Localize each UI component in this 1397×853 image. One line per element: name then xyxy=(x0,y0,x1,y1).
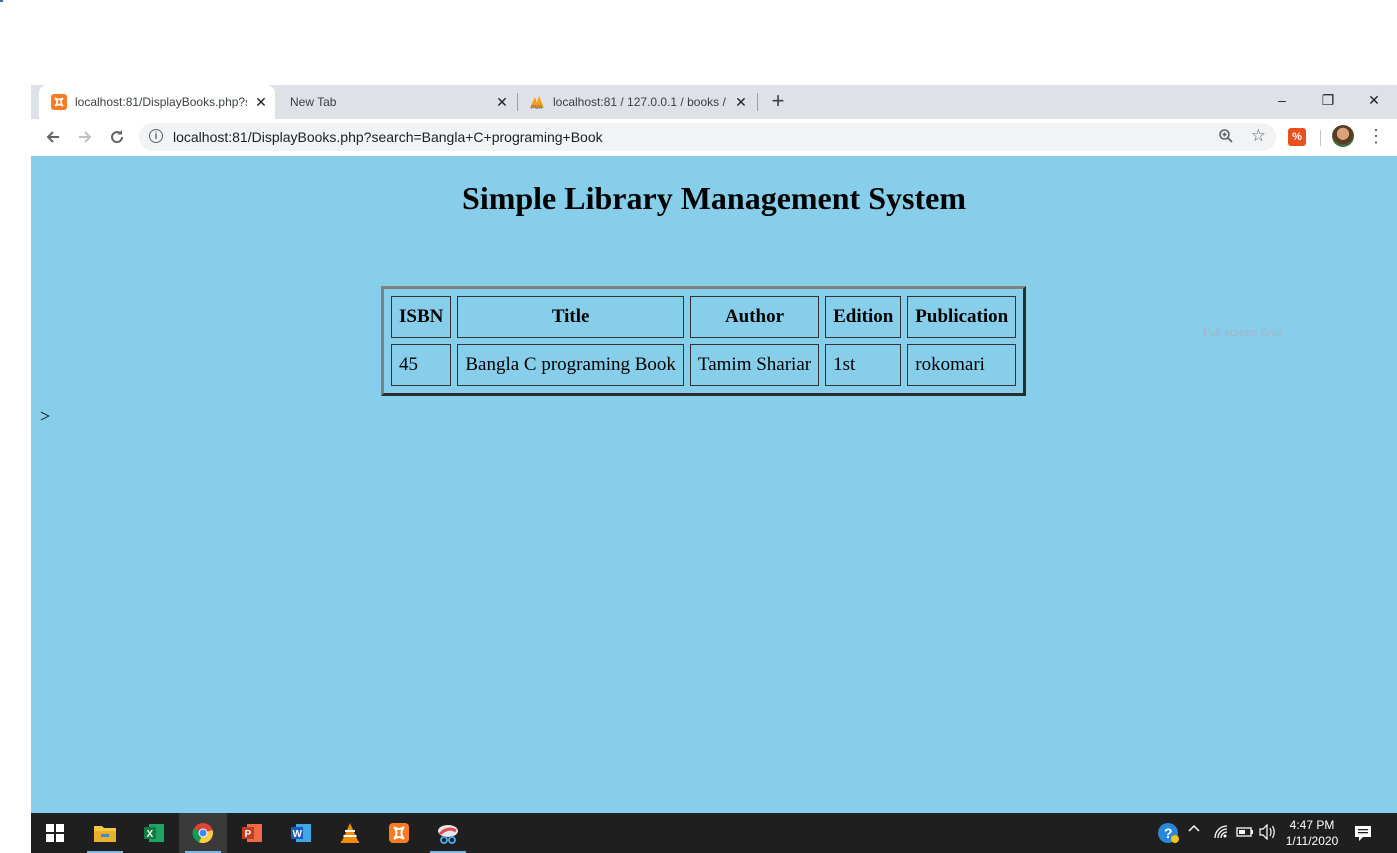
chrome-icon xyxy=(192,823,213,844)
taskbar-clock[interactable]: 4:47 PM 1/11/2020 xyxy=(1281,817,1343,849)
snip-sketch-icon xyxy=(438,825,458,844)
wifi-icon[interactable] xyxy=(1213,824,1229,843)
browser-window-chrome: localhost:81/DisplayBooks.php?s ✕ New Ta… xyxy=(31,85,1397,157)
column-header-isbn: ISBN xyxy=(391,296,452,338)
site-info-icon[interactable]: i xyxy=(149,129,163,143)
tab-title: New Tab xyxy=(290,95,337,109)
screen-corner-mark xyxy=(0,0,3,2)
cell-author: Tamim Shariar xyxy=(689,344,820,386)
help-icon[interactable]: ? xyxy=(1157,822,1179,847)
browser-toolbar: i localhost:81/DisplayBooks.php?search=B… xyxy=(31,119,1397,157)
svg-text:X: X xyxy=(147,829,154,840)
page-title: Simple Library Management System xyxy=(462,180,966,216)
extension-icon[interactable]: % xyxy=(1288,128,1306,146)
svg-text:P: P xyxy=(245,829,252,840)
clock-date: 1/11/2020 xyxy=(1285,834,1339,848)
xampp-icon xyxy=(389,823,409,843)
restore-button[interactable]: ❐ xyxy=(1305,85,1351,115)
back-arrow-icon xyxy=(46,131,59,143)
taskbar-file-explorer[interactable] xyxy=(81,813,129,853)
action-center-icon[interactable] xyxy=(1354,824,1372,847)
close-tab-icon[interactable]: ✕ xyxy=(253,94,269,110)
clock-time: 4:47 PM xyxy=(1289,818,1335,832)
cell-edition: 1st xyxy=(825,344,902,386)
taskbar-word[interactable]: W xyxy=(277,813,325,853)
column-header-edition: Edition xyxy=(825,296,902,338)
books-table: ISBN Title Author Edition Publication 45… xyxy=(381,286,1027,396)
tab-separator xyxy=(517,93,518,111)
back-button[interactable] xyxy=(39,123,67,151)
reload-button[interactable] xyxy=(103,123,131,151)
windows-taskbar: X P W ? 4:47 PM 1/11/2020 xyxy=(31,813,1397,853)
taskbar-xampp[interactable] xyxy=(375,813,423,853)
taskbar-excel[interactable]: X xyxy=(130,813,178,853)
close-window-button[interactable]: ✕ xyxy=(1351,85,1397,115)
taskbar-snip-sketch[interactable] xyxy=(424,813,472,853)
new-tab-button[interactable]: + xyxy=(767,90,789,113)
profile-avatar[interactable] xyxy=(1332,125,1354,147)
page-viewport: Simple Library Management System ISBN Ti… xyxy=(31,156,1397,813)
zoom-icon[interactable] xyxy=(1218,128,1234,147)
cell-isbn: 45 xyxy=(391,344,452,386)
svg-text:PMA: PMA xyxy=(531,105,543,110)
xampp-icon xyxy=(51,94,67,110)
table-row: 45 Bangla C programing Book Tamim Sharia… xyxy=(391,344,1017,386)
column-header-title: Title xyxy=(457,296,684,338)
column-header-author: Author xyxy=(689,296,820,338)
tab-strip: localhost:81/DisplayBooks.php?s ✕ New Ta… xyxy=(31,85,1397,119)
volume-icon[interactable] xyxy=(1259,823,1277,843)
close-tab-icon[interactable]: ✕ xyxy=(494,94,510,110)
tab-displaybooks[interactable]: localhost:81/DisplayBooks.php?s ✕ xyxy=(39,85,275,119)
reload-icon xyxy=(111,130,124,144)
toolbar-divider xyxy=(1320,130,1321,146)
battery-icon[interactable] xyxy=(1236,826,1254,841)
forward-button[interactable] xyxy=(71,123,99,151)
forward-arrow-icon xyxy=(79,131,92,143)
address-bar[interactable]: i localhost:81/DisplayBooks.php?search=B… xyxy=(139,123,1276,151)
word-icon: W xyxy=(291,824,311,842)
show-hidden-icons-chevron-icon[interactable] xyxy=(1188,823,1200,838)
powerpoint-icon: P xyxy=(242,824,262,842)
start-button[interactable] xyxy=(31,813,79,853)
snip-watermark: Full-screen Snip xyxy=(1203,327,1283,339)
browser-menu-icon[interactable]: ⋮ xyxy=(1367,125,1385,149)
tab-new-tab[interactable]: New Tab ✕ xyxy=(278,85,516,119)
phpmyadmin-icon: PMA xyxy=(529,94,545,110)
column-header-publication: Publication xyxy=(907,296,1017,338)
taskbar-vlc[interactable] xyxy=(326,813,374,853)
tab-phpmyadmin[interactable]: PMA localhost:81 / 127.0.0.1 / books / ✕ xyxy=(519,85,755,119)
excel-icon: X xyxy=(144,824,164,842)
minimize-button[interactable]: – xyxy=(1259,85,1305,115)
url-text[interactable]: localhost:81/DisplayBooks.php?search=Ban… xyxy=(173,129,603,145)
vlc-icon xyxy=(341,823,359,843)
taskbar-chrome[interactable] xyxy=(179,813,227,853)
tab-separator xyxy=(757,93,758,111)
svg-text:W: W xyxy=(293,829,303,840)
bookmark-star-icon[interactable]: ☆ xyxy=(1251,126,1266,146)
cell-publication: rokomari xyxy=(907,344,1017,386)
windows-start-icon xyxy=(46,824,64,842)
stray-output-text: > xyxy=(40,406,51,426)
tab-title: localhost:81 / 127.0.0.1 / books / xyxy=(553,95,726,109)
tab-title: localhost:81/DisplayBooks.php?s xyxy=(75,95,247,109)
close-tab-icon[interactable]: ✕ xyxy=(733,94,749,110)
cell-title: Bangla C programing Book xyxy=(457,344,684,386)
file-explorer-icon xyxy=(94,826,116,842)
taskbar-powerpoint[interactable]: P xyxy=(228,813,276,853)
table-header-row: ISBN Title Author Edition Publication xyxy=(391,296,1017,338)
